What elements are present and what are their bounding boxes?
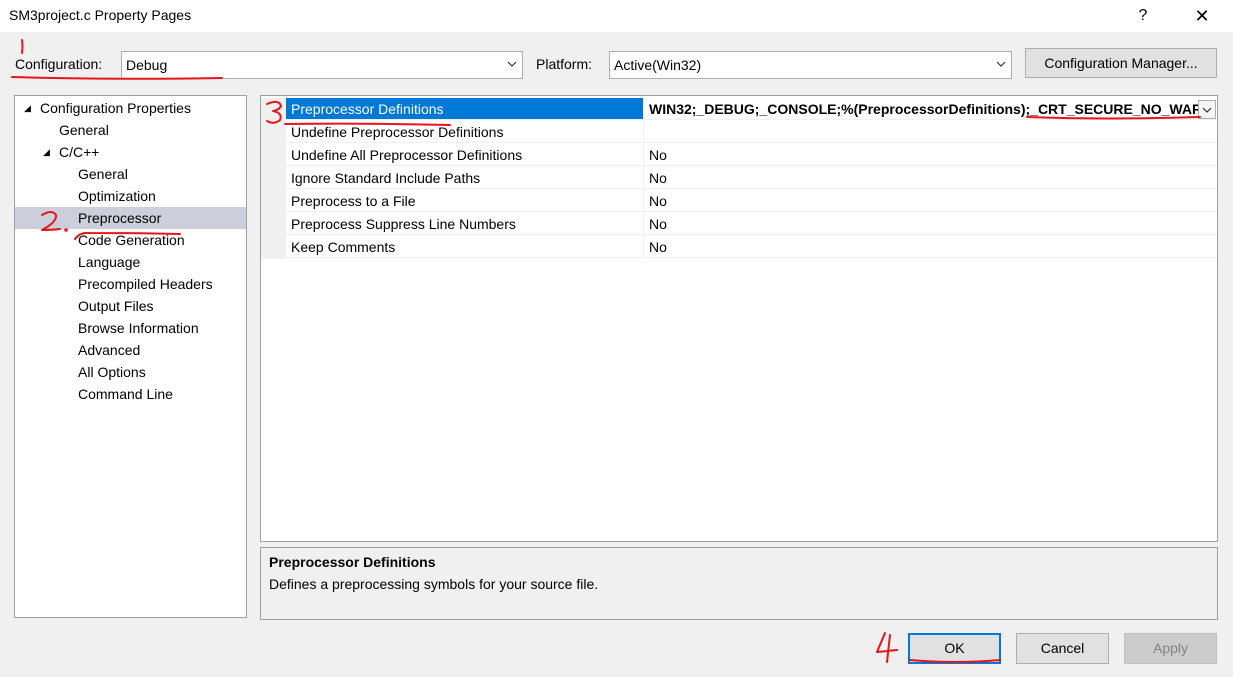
tree-item-optimization[interactable]: Optimization: [78, 185, 156, 207]
property-tree: ◢ Configuration Properties General ◢ C/C…: [14, 95, 247, 618]
expanded-triangle-icon[interactable]: ◢: [43, 141, 50, 163]
property-name[interactable]: Preprocessor Definitions: [286, 98, 644, 120]
window-title: SM3project.c Property Pages: [9, 7, 192, 23]
property-value[interactable]: No: [645, 167, 1217, 189]
grid-row[interactable]: Ignore Standard Include Paths No: [261, 167, 1217, 190]
platform-label: Platform:: [536, 56, 593, 72]
property-value[interactable]: No: [645, 213, 1217, 235]
property-name[interactable]: Undefine Preprocessor Definitions: [286, 121, 644, 143]
tree-item-label: Preprocessor: [78, 210, 162, 226]
row-gutter: [261, 236, 286, 259]
chevron-down-icon: [996, 61, 1006, 67]
tree-item-output-files[interactable]: Output Files: [78, 295, 153, 317]
row-gutter: [261, 144, 286, 167]
value-dropdown-button[interactable]: [1198, 100, 1216, 119]
property-value[interactable]: No: [645, 144, 1217, 166]
grid-row[interactable]: Preprocess to a File No: [261, 190, 1217, 213]
cancel-button[interactable]: Cancel: [1016, 633, 1109, 664]
property-value[interactable]: No: [645, 236, 1217, 258]
property-value-field[interactable]: WIN32;_DEBUG;_CONSOLE;%(PreprocessorDefi…: [645, 98, 1217, 120]
tree-item-code-generation[interactable]: Code Generation: [78, 229, 185, 251]
description-panel: Preprocessor Definitions Defines a prepr…: [260, 547, 1218, 620]
tree-item-cpp-general[interactable]: General: [78, 163, 128, 185]
property-name[interactable]: Preprocess Suppress Line Numbers: [286, 213, 644, 235]
tree-item-language[interactable]: Language: [78, 251, 140, 273]
row-gutter: [261, 190, 286, 213]
tree-item-general[interactable]: General: [59, 119, 109, 141]
property-name[interactable]: Keep Comments: [286, 236, 644, 258]
chevron-down-icon: [507, 61, 517, 67]
platform-value: Active(Win32): [614, 57, 702, 73]
property-name[interactable]: Preprocess to a File: [286, 190, 644, 212]
tree-item-label: Configuration Properties: [40, 100, 191, 116]
tree-item-label: C/C++: [59, 144, 100, 160]
help-button[interactable]: ?: [1128, 0, 1158, 32]
configuration-dropdown[interactable]: Debug: [121, 51, 523, 79]
property-grid: Preprocessor Definitions WIN32;_DEBUG;_C…: [260, 95, 1218, 542]
tree-item-all-options[interactable]: All Options: [78, 361, 146, 383]
row-gutter: [261, 167, 286, 190]
platform-dropdown[interactable]: Active(Win32): [609, 51, 1012, 79]
row-gutter: [261, 121, 286, 144]
title-bar: SM3project.c Property Pages ? ✕: [0, 0, 1233, 32]
tree-item-precompiled-headers[interactable]: Precompiled Headers: [78, 273, 213, 295]
annotation-number-1: [21, 39, 24, 54]
annotation-number-4: [876, 632, 898, 663]
grid-row[interactable]: Undefine All Preprocessor Definitions No: [261, 144, 1217, 167]
configuration-value: Debug: [126, 57, 168, 73]
close-icon[interactable]: ✕: [1186, 0, 1218, 32]
ok-button[interactable]: OK: [908, 633, 1001, 664]
configuration-manager-button[interactable]: Configuration Manager...: [1025, 48, 1217, 78]
grid-row[interactable]: Keep Comments No: [261, 236, 1217, 259]
tree-item-browse-information[interactable]: Browse Information: [78, 317, 199, 339]
grid-row[interactable]: Undefine Preprocessor Definitions: [261, 121, 1217, 144]
property-name[interactable]: Ignore Standard Include Paths: [286, 167, 644, 189]
chevron-down-icon: [1202, 107, 1212, 113]
configuration-label: Configuration:: [15, 56, 103, 72]
tree-item-preprocessor[interactable]: Preprocessor: [15, 207, 246, 229]
tree-item-command-line[interactable]: Command Line: [78, 383, 173, 405]
property-value[interactable]: [645, 121, 1217, 143]
row-gutter: [261, 98, 286, 121]
description-text: Defines a preprocessing symbols for your…: [269, 576, 599, 592]
property-value[interactable]: No: [645, 190, 1217, 212]
tree-item-cpp[interactable]: ◢ C/C++: [15, 141, 246, 163]
description-title: Preprocessor Definitions: [269, 554, 436, 570]
tree-item-configuration-properties[interactable]: ◢ Configuration Properties: [15, 97, 246, 119]
tree-item-advanced[interactable]: Advanced: [78, 339, 140, 361]
property-name[interactable]: Undefine All Preprocessor Definitions: [286, 144, 644, 166]
grid-row[interactable]: Preprocess Suppress Line Numbers No: [261, 213, 1217, 236]
apply-button: Apply: [1124, 633, 1217, 664]
expanded-triangle-icon[interactable]: ◢: [24, 97, 31, 119]
grid-row-preprocessor-definitions[interactable]: Preprocessor Definitions WIN32;_DEBUG;_C…: [261, 98, 1217, 121]
row-gutter: [261, 213, 286, 236]
